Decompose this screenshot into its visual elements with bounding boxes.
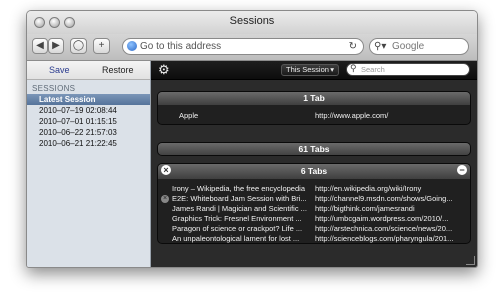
tab-title: E2E: Whiteboard Jam Session with Bri... [172, 194, 307, 203]
tab-search-placeholder: Search [361, 65, 385, 74]
sessions-window: Sessions ◀ ▶ ◯ + Go to this address ↻ ⚲▾… [26, 10, 478, 268]
restore-button[interactable]: Restore [102, 65, 134, 75]
session-selector[interactable]: This Session ▾ [281, 64, 339, 76]
stop-icon: ◯ [72, 40, 85, 51]
tab-url: http://en.wikipedia.org/wiki/Irony [315, 184, 422, 193]
tab-title: James Randi | Magician and Scientific ..… [172, 204, 307, 213]
tab-title: Apple [179, 111, 199, 120]
resize-handle[interactable] [466, 256, 475, 265]
sidebar-item-session[interactable]: 2010–06–21 21:22:45 [27, 138, 150, 149]
tab-url: http://www.apple.com/ [315, 111, 389, 120]
sessions-sidebar: Save Restore SESSIONS Latest Session 201… [27, 61, 151, 267]
tab-group-header[interactable]: 1 Tab [158, 92, 470, 105]
add-icon: + [98, 40, 105, 51]
forward-arrow-icon: ▶ [52, 40, 60, 51]
back-arrow-icon: ◀ [36, 40, 44, 51]
sidebar-item-session[interactable]: 2010–07–01 01:15:15 [27, 116, 150, 127]
panel-toolbar: ⚙ This Session ▾ ⚲ Search [151, 61, 477, 80]
tab-row[interactable]: An unpaleontological lament for lost ...… [158, 234, 470, 243]
tab-group-header[interactable]: 6 Tabs [158, 164, 470, 179]
tab-row[interactable]: Paragon of science or crackpot? Life ...… [158, 224, 470, 234]
tab-title: Paragon of science or crackpot? Life ... [172, 224, 303, 233]
tab-row[interactable]: Apple http://www.apple.com/ [158, 111, 470, 121]
reload-icon[interactable]: ↻ [349, 39, 357, 54]
new-tab-button[interactable]: + [93, 38, 110, 54]
search-engine-icon: ⚲▾ [374, 41, 387, 52]
tab-url: http://channel9.msdn.com/shows/Going... [315, 194, 453, 203]
web-search-placeholder: Google [392, 41, 425, 52]
tab-url: http://arstechnica.com/science/news/20..… [315, 224, 453, 233]
tab-url: http://bigthink.com/jamesrandi [315, 204, 415, 213]
tab-search-input[interactable]: ⚲ Search [346, 63, 470, 76]
web-search-field[interactable]: ⚲▾ Google [369, 38, 469, 55]
session-selector-value: This Session [286, 65, 329, 74]
sidebar-item-session[interactable]: 2010–06–22 21:57:03 [27, 127, 150, 138]
tab-row[interactable]: Graphics Trick: Fresnel Environment ... … [158, 214, 470, 224]
tab-title: An unpaleontological lament for lost ... [172, 234, 300, 243]
title-bar: Sessions [27, 11, 477, 35]
globe-icon [127, 41, 137, 51]
chevron-down-icon: ▾ [330, 65, 334, 74]
tab-group-collapsed: 61 Tabs [157, 142, 471, 156]
tab-group-header[interactable]: 61 Tabs [158, 143, 470, 155]
sessions-heading: SESSIONS [32, 84, 76, 93]
tab-row[interactable]: Irony – Wikipedia, the free encyclopedia… [158, 184, 470, 194]
sidebar-actions: Save Restore [27, 61, 150, 80]
collapse-group-icon[interactable]: − [457, 165, 467, 175]
tab-title: Graphics Trick: Fresnel Environment ... [172, 214, 302, 223]
close-tab-icon[interactable]: × [161, 195, 169, 203]
sidebar-item-session[interactable]: 2010–07–19 02:08:44 [27, 105, 150, 116]
tab-title: Irony – Wikipedia, the free encyclopedia [172, 184, 305, 193]
tab-url: http://scienceblogs.com/pharyngula/201..… [315, 234, 454, 243]
address-placeholder: Go to this address [140, 41, 222, 52]
address-bar[interactable]: Go to this address ↻ [122, 38, 364, 55]
stop-button[interactable]: ◯ [70, 38, 87, 54]
window-title: Sessions [229, 15, 275, 27]
sidebar-item-latest-session[interactable]: Latest Session [27, 94, 150, 105]
forward-button[interactable]: ▶ [48, 38, 64, 54]
tab-row[interactable]: James Randi | Magician and Scientific ..… [158, 204, 470, 214]
close-group-icon[interactable]: × [161, 165, 171, 175]
tab-url: http://umbcgaim.wordpress.com/2010/... [315, 214, 449, 223]
search-icon: ⚲ [350, 63, 357, 73]
toolbar: ◀ ▶ ◯ + Go to this address ↻ ⚲▾ Google [27, 34, 477, 61]
session-detail-panel: ⚙ This Session ▾ ⚲ Search 1 Tab Apple ht… [151, 61, 477, 267]
tab-group: 1 Tab Apple http://www.apple.com/ [157, 91, 471, 125]
gear-icon[interactable]: ⚙ [158, 62, 170, 78]
tab-row[interactable]: × E2E: Whiteboard Jam Session with Bri..… [158, 194, 470, 204]
save-button[interactable]: Save [49, 65, 70, 75]
back-button[interactable]: ◀ [32, 38, 48, 54]
tab-group: 6 Tabs × − Irony – Wikipedia, the free e… [157, 163, 471, 244]
